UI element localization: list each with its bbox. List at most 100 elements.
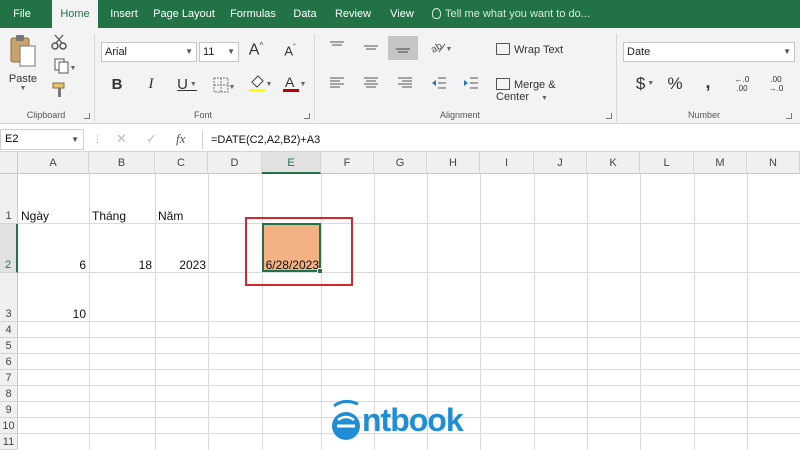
tab-home[interactable]: Home — [52, 0, 98, 28]
italic-icon[interactable]: I — [142, 76, 160, 93]
borders-icon[interactable]: ▼ — [208, 77, 240, 96]
underline-icon[interactable]: U ▼ — [174, 76, 200, 93]
merge-center-button[interactable]: Merge & Center ▼ — [496, 78, 608, 103]
align-right-icon[interactable] — [394, 76, 416, 93]
fill-color-icon[interactable]: ▼ — [244, 74, 276, 95]
tab-insert[interactable]: Insert — [104, 0, 144, 28]
number-launcher-icon[interactable] — [786, 113, 792, 119]
gridline — [321, 174, 322, 450]
number-format-select[interactable]: Date ▼ — [623, 42, 795, 62]
formula-input[interactable]: =DATE(C2,A2,B2)+A3 — [211, 128, 320, 152]
row-number: 1 — [5, 210, 12, 222]
row-header-7[interactable]: 7 — [0, 370, 18, 386]
tab-review[interactable]: Review — [330, 0, 376, 28]
gridline — [18, 337, 800, 338]
column-header-c[interactable]: C — [155, 152, 208, 174]
orientation-icon[interactable]: ab ▼ — [428, 40, 454, 57]
column-header-j[interactable]: J — [534, 152, 587, 174]
column-header-h[interactable]: H — [427, 152, 480, 174]
increase-indent-icon[interactable] — [460, 76, 482, 93]
name-box[interactable]: E2 ▼ — [0, 129, 84, 150]
cell-c1[interactable]: Năm — [158, 209, 183, 223]
row-header-9[interactable]: 9 — [0, 402, 18, 418]
row-header-2[interactable]: 2 — [0, 224, 18, 273]
row-header-1[interactable]: 1 — [0, 174, 18, 224]
cell-c2[interactable]: 2023 — [155, 258, 206, 272]
gridline — [18, 272, 800, 273]
tab-view[interactable]: View — [384, 0, 420, 28]
font-color-icon[interactable]: A ▼ — [280, 74, 308, 95]
align-left-icon[interactable] — [326, 76, 348, 93]
tell-me-box[interactable]: Tell me what you want to do... — [432, 0, 590, 28]
format-painter-icon[interactable] — [50, 82, 68, 100]
gridline — [747, 174, 748, 450]
column-header-i[interactable]: I — [480, 152, 534, 174]
row-header-11[interactable]: 11 — [0, 434, 18, 450]
insert-function-icon[interactable]: fx — [176, 131, 185, 147]
column-header-e[interactable]: E — [262, 152, 321, 174]
chevron-down-icon: ▼ — [541, 95, 548, 102]
column-header-g[interactable]: G — [374, 152, 427, 174]
increase-decimal-icon[interactable]: ←.0.00 — [730, 75, 754, 93]
font-size-select[interactable]: 11 ▼ — [199, 42, 239, 62]
cell-a2[interactable]: 6 — [18, 258, 86, 272]
cell-b1[interactable]: Tháng — [92, 209, 126, 223]
cell-b2[interactable]: 18 — [89, 258, 152, 272]
column-header-k[interactable]: K — [587, 152, 640, 174]
cell-a3[interactable]: 10 — [18, 307, 86, 321]
decrease-indent-icon[interactable] — [428, 76, 450, 93]
increase-font-size-icon[interactable]: A^ — [246, 41, 266, 59]
cell-a1[interactable]: Ngày — [21, 209, 49, 223]
bold-icon[interactable]: B — [108, 76, 126, 93]
wrap-text-button[interactable]: Wrap Text — [496, 43, 576, 56]
ribbon-home: Paste ▼ ▼ Clipboard Arial ▼ 11 ▼ A^ Aˇ B I… — [0, 28, 800, 124]
comma-style-icon[interactable]: , — [700, 72, 716, 93]
gridline — [640, 174, 641, 450]
tab-data[interactable]: Data — [288, 0, 322, 28]
column-header-m[interactable]: M — [694, 152, 747, 174]
more-options-icon[interactable]: ⋮ — [93, 134, 102, 145]
cancel-icon[interactable]: ✕ — [116, 131, 127, 147]
chevron-down-icon: ▼ — [71, 135, 79, 144]
gridline — [262, 174, 263, 450]
top-align-icon[interactable] — [326, 40, 348, 57]
align-center-icon[interactable] — [360, 76, 382, 93]
bottom-align-icon[interactable] — [388, 36, 418, 60]
row-header-6[interactable]: 6 — [0, 354, 18, 370]
paste-button[interactable]: Paste ▼ — [6, 34, 40, 100]
column-header-n[interactable]: N — [747, 152, 800, 174]
row-header-4[interactable]: 4 — [0, 322, 18, 338]
column-header-b[interactable]: B — [89, 152, 155, 174]
gridline — [18, 369, 800, 370]
percent-icon[interactable]: % — [664, 74, 686, 94]
currency-icon[interactable]: $ ▼ — [630, 74, 660, 94]
font-group-label: Font — [193, 110, 212, 120]
tab-formulas[interactable]: Formulas — [224, 0, 282, 28]
clipboard-launcher-icon[interactable] — [84, 113, 90, 119]
decrease-font-size-icon[interactable]: Aˇ — [280, 43, 300, 58]
column-header-a[interactable]: A — [18, 152, 89, 174]
tab-page-layout[interactable]: Page Layout — [150, 0, 218, 28]
row-header-10[interactable]: 10 — [0, 418, 18, 434]
tab-file[interactable]: File — [0, 0, 44, 28]
select-all-corner[interactable] — [0, 152, 18, 174]
enter-icon[interactable]: ✓ — [146, 131, 157, 147]
row-header-3[interactable]: 3 — [0, 273, 18, 322]
column-header-l[interactable]: L — [640, 152, 694, 174]
alignment-launcher-icon[interactable] — [606, 113, 612, 119]
font-name-value: Arial — [105, 46, 128, 58]
copy-icon[interactable]: ▼ — [50, 58, 80, 76]
row-header-5[interactable]: 5 — [0, 338, 18, 354]
number-format-value: Date — [627, 46, 651, 58]
column-header-d[interactable]: D — [208, 152, 262, 174]
middle-align-icon[interactable] — [360, 40, 382, 57]
decrease-decimal-icon[interactable]: .00 →.0 — [764, 75, 788, 93]
font-name-select[interactable]: Arial ▼ — [101, 42, 197, 62]
cut-icon[interactable] — [50, 34, 68, 52]
chevron-down-icon: ▼ — [783, 47, 791, 56]
tell-me-text: Tell me what you want to do... — [445, 8, 590, 20]
divider — [314, 34, 315, 122]
font-launcher-icon[interactable] — [304, 113, 310, 119]
row-header-8[interactable]: 8 — [0, 386, 18, 402]
column-header-f[interactable]: F — [321, 152, 374, 174]
